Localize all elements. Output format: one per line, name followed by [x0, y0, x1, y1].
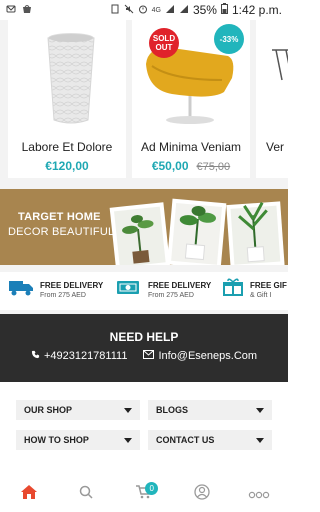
product-name[interactable]: Ad Minima Veniam: [132, 140, 250, 154]
contact-us-dropdown[interactable]: CONTACT US: [148, 430, 272, 450]
notification-icon: [6, 4, 16, 17]
battery-icon: [220, 3, 228, 17]
more-dots-icon: [248, 486, 270, 504]
caret-down-icon: [256, 407, 264, 413]
phone-icon: [31, 350, 40, 362]
alarm-icon: [138, 4, 148, 17]
network-label: 4G: [151, 6, 161, 14]
product-price: €50,00: [151, 159, 189, 173]
product-name[interactable]: Labore Et Dolore: [8, 140, 126, 154]
nav-home[interactable]: [0, 477, 58, 512]
how-to-shop-label: HOW TO SHOP: [24, 435, 89, 445]
price-row: €120,00: [8, 159, 126, 173]
caret-down-icon: [256, 437, 264, 443]
mute-icon: [124, 4, 134, 17]
feature-title: FREE DELIVERY: [148, 280, 212, 290]
search-icon: [79, 485, 93, 504]
product-price: €120,00: [45, 159, 89, 173]
phone-contact[interactable]: +4923121781111: [31, 350, 128, 362]
feature-item: FREE GIF & Gift I: [222, 278, 287, 301]
nav-search[interactable]: [58, 477, 116, 512]
footer-menus: OUR SHOP BLOGS HOW TO SHOP CONTACT US: [0, 382, 288, 477]
banner-title: TARGET HOME: [18, 211, 101, 223]
user-icon: [193, 484, 210, 505]
sold-out-text-1: SOLD: [152, 34, 176, 43]
bottom-navigation: 0: [0, 477, 288, 512]
signal2-icon: [179, 4, 189, 17]
blogs-dropdown[interactable]: BLOGS: [148, 400, 272, 420]
feature-subtitle: From 275 AED: [148, 291, 194, 299]
nav-cart[interactable]: 0: [115, 477, 173, 512]
email-address[interactable]: Info@Eseneps.Com: [158, 350, 257, 362]
contact-info: +4923121781111 Info@Eseneps.Com: [0, 350, 288, 362]
our-shop-label: OUR SHOP: [24, 405, 73, 415]
product-image[interactable]: [256, 20, 288, 132]
clock: 1:42 p.m.: [231, 3, 282, 17]
feature-title: FREE GIF: [250, 280, 287, 290]
need-help-title: NEED HELP: [109, 330, 179, 344]
feature-item: FREE DELIVERY From 275 AED: [8, 278, 103, 301]
envelope-icon: [143, 350, 155, 362]
how-to-shop-dropdown[interactable]: HOW TO SHOP: [16, 430, 140, 450]
nav-more[interactable]: [230, 477, 288, 512]
sim-icon: [110, 4, 120, 17]
status-bar: 4G 35% 1:42 p.m.: [0, 0, 288, 20]
home-icon: [20, 485, 37, 504]
store-icon: [22, 4, 32, 17]
features-strip: FREE DELIVERY From 275 AED FREE DELIVERY…: [0, 272, 288, 310]
app-root: 4G 35% 1:42 p.m. Labore Et Dolore €120,0…: [0, 0, 288, 512]
product-image[interactable]: [8, 20, 126, 132]
our-shop-dropdown[interactable]: OUR SHOP: [16, 400, 140, 420]
cart-count-badge: 0: [145, 482, 159, 495]
feature-subtitle: From 275 AED: [40, 291, 86, 299]
banner-subtitle: DECOR BEAUTIFUL: [8, 226, 115, 238]
product-card[interactable]: Labore Et Dolore €120,00: [8, 20, 126, 178]
phone-number[interactable]: +4923121781111: [44, 350, 128, 362]
caret-down-icon: [124, 437, 132, 443]
signal-icon: [165, 4, 175, 17]
email-contact[interactable]: Info@Eseneps.Com: [143, 350, 257, 362]
feature-title: FREE DELIVERY: [40, 280, 104, 290]
promo-banner[interactable]: TARGET HOME DECOR BEAUTIFUL: [0, 189, 288, 265]
battery-level: 35%: [192, 3, 217, 17]
blogs-label: BLOGS: [156, 405, 189, 415]
feature-subtitle: & Gift I: [250, 291, 272, 299]
product-name[interactable]: Ver: [256, 140, 288, 154]
caret-down-icon: [124, 407, 132, 413]
product-card[interactable]: SOLD OUT -33% Ad Minima Veniam €50,00 €75…: [132, 20, 250, 178]
discount-badge: -33%: [214, 24, 244, 54]
contact-us-label: CONTACT US: [156, 435, 215, 445]
truck-icon: [8, 278, 34, 301]
plants-illustration: [109, 198, 285, 265]
sold-out-text-2: OUT: [155, 43, 173, 52]
product-card[interactable]: Ver: [256, 20, 288, 178]
feature-item: FREE DELIVERY From 275 AED: [116, 278, 211, 301]
need-help-section: NEED HELP +4923121781111 Info@Eseneps.Co…: [0, 314, 288, 382]
money-icon: [116, 278, 142, 301]
nav-account[interactable]: [173, 477, 231, 512]
product-carousel[interactable]: Labore Et Dolore €120,00 SOLD OUT -33% A…: [0, 20, 288, 180]
product-old-price: €75,00: [196, 161, 231, 173]
price-row: €50,00 €75,00: [132, 159, 250, 173]
gift-icon: [222, 278, 244, 301]
sold-out-badge: SOLD OUT: [149, 28, 179, 58]
